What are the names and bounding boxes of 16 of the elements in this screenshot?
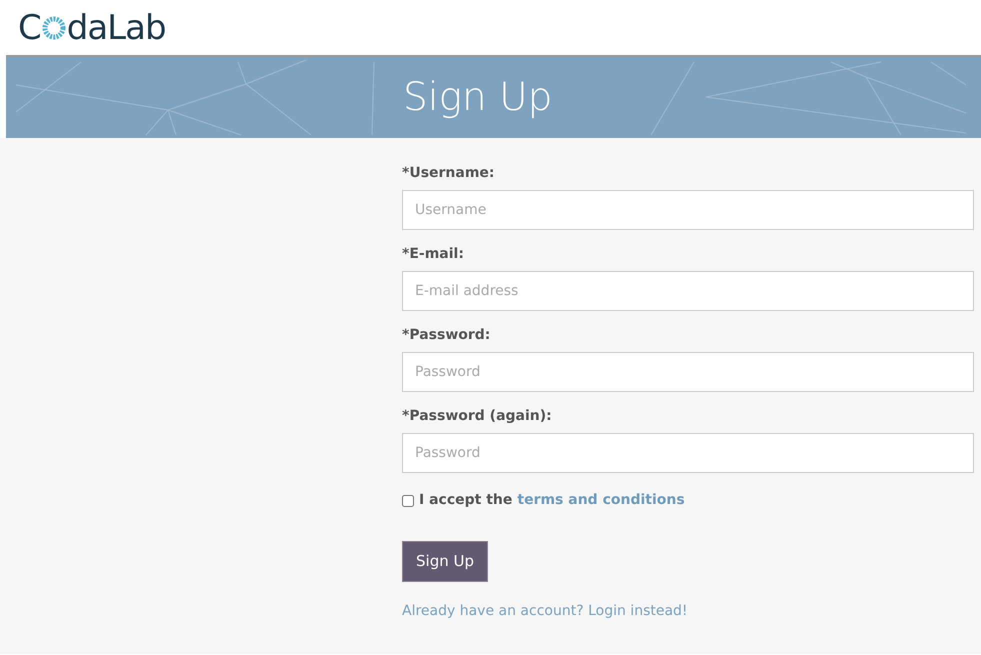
logo-icon: [42, 16, 66, 40]
sign-up-button[interactable]: Sign Up: [402, 541, 488, 582]
logo: C daLab: [18, 10, 166, 44]
terms-checkbox[interactable]: [402, 494, 414, 506]
field-label: *Password:: [402, 326, 492, 345]
field-label: *Password (again):: [402, 407, 553, 426]
field-label: *E-mail:: [402, 245, 465, 264]
input-field[interactable]: Password: [402, 352, 974, 392]
input-field[interactable]: Username: [402, 190, 974, 230]
login-link[interactable]: Already have an account? Login instead!: [402, 603, 688, 619]
terms-label: I accept the: [419, 491, 512, 510]
input-field[interactable]: E-mail address: [402, 271, 974, 311]
field-label: *Username:: [402, 164, 496, 183]
page-title: Sign Up: [403, 76, 554, 120]
input-field[interactable]: Password: [402, 433, 974, 473]
terms-link[interactable]: terms and conditions: [517, 490, 685, 511]
